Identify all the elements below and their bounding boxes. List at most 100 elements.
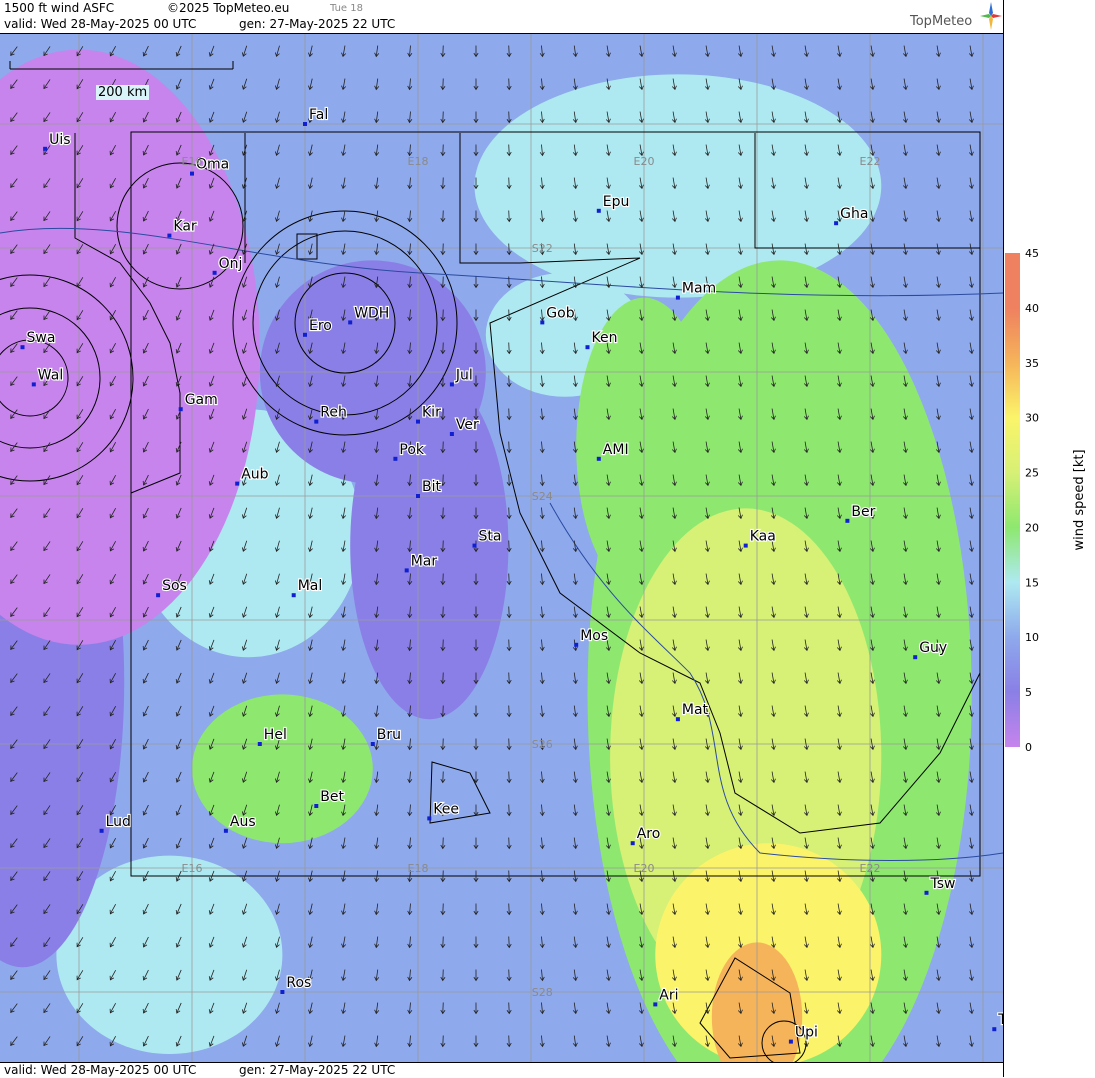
station-marker: [21, 345, 25, 349]
station-marker: [416, 420, 420, 424]
grid-label: S28: [532, 986, 553, 999]
station-marker: [789, 1040, 793, 1044]
station-marker: [834, 221, 838, 225]
station-label: Ver: [456, 417, 479, 433]
station-label: Epu: [603, 194, 630, 210]
station-marker: [190, 172, 194, 176]
station-label: Wal: [38, 367, 63, 383]
legend-tick-label: 10: [1025, 631, 1039, 644]
station-label: WDH: [354, 305, 389, 321]
station-marker: [156, 593, 160, 597]
station-marker: [473, 544, 477, 548]
legend-color-bar: [1005, 253, 1020, 747]
station-marker: [427, 816, 431, 820]
station-label: Ros: [286, 975, 311, 991]
legend-tick-label: 35: [1025, 357, 1039, 370]
legend-title: wind speed [kt]: [1072, 449, 1087, 550]
station-label: Sos: [162, 578, 187, 594]
station-marker: [179, 407, 183, 411]
station-label: Kar: [173, 219, 197, 235]
station-marker: [100, 829, 104, 833]
grid-label: E20: [634, 862, 655, 875]
station-label: Pok: [399, 442, 425, 458]
station-label: Gob: [546, 305, 574, 321]
header-bar: 1500 ft wind ASFC ©2025 TopMeteo.eu Tue …: [0, 0, 1003, 34]
station-label: Uis: [49, 132, 70, 148]
station-marker: [371, 742, 375, 746]
station-marker: [235, 482, 239, 486]
station-marker: [314, 804, 318, 808]
station-marker: [224, 829, 228, 833]
station-marker: [32, 382, 36, 386]
station-label: Lud: [106, 814, 131, 830]
station-label: Mos: [580, 628, 608, 644]
station-label: Mat: [682, 702, 709, 718]
station-marker: [348, 320, 352, 324]
legend-tick-label: 25: [1025, 467, 1039, 480]
station-marker: [845, 519, 849, 523]
station-marker: [586, 345, 590, 349]
product-title: 1500 ft wind ASFC: [4, 1, 114, 15]
station-label: Hel: [264, 727, 287, 743]
footer-generated-time: gen: 27-May-2025 22 UTC: [239, 1063, 395, 1077]
wind-speed-legend: 454035302520151050 wind speed [kt]: [1003, 245, 1095, 755]
station-label: Onj: [219, 256, 243, 272]
station-marker: [597, 457, 601, 461]
grid-label: S22: [532, 242, 553, 255]
station-marker: [292, 593, 296, 597]
station-label: Ari: [659, 987, 678, 1003]
logo-text: TopMeteo: [910, 14, 972, 29]
station-label: Tsw: [930, 876, 956, 892]
station-marker: [167, 234, 171, 238]
grid-label: S26: [532, 738, 553, 751]
generated-time: gen: 27-May-2025 22 UTC: [239, 17, 395, 31]
legend-tick-label: 40: [1025, 302, 1039, 315]
station-label: Gha: [840, 206, 868, 222]
legend-tick-label: 0: [1025, 741, 1032, 754]
station-label: Mal: [298, 578, 323, 594]
station-label: Aub: [241, 467, 268, 483]
station-marker: [631, 841, 635, 845]
station-label: Reh: [320, 405, 347, 421]
station-label: Mar: [411, 553, 438, 569]
station-marker: [540, 320, 544, 324]
legend-tick-label: 15: [1025, 576, 1039, 589]
wind-zone: [475, 74, 882, 297]
station-label: Fal: [309, 107, 328, 123]
station-label: Ber: [851, 504, 875, 520]
topmeteo-logo: TopMeteo: [906, 2, 1002, 32]
station-label: Upi: [795, 1025, 818, 1041]
wind-map[interactable]: UisFalOmaKarEpuGhaOnjGobMamKenSwaWDHEroW…: [0, 33, 1003, 1062]
footer-bar: valid: Wed 28-May-2025 00 UTC gen: 27-Ma…: [0, 1062, 1003, 1078]
station-marker: [416, 494, 420, 498]
grid-label: E18: [408, 862, 429, 875]
station-label: Kaa: [750, 529, 776, 545]
station-marker: [280, 990, 284, 994]
station-label: Bru: [377, 727, 401, 743]
station-marker: [303, 333, 307, 337]
grid-label: E16: [182, 862, 203, 875]
station-label: Jul: [455, 367, 473, 383]
station-marker: [676, 717, 680, 721]
scalebar-label: 200 km: [96, 85, 149, 100]
grid-label: S24: [532, 490, 553, 503]
station-label: Mam: [682, 281, 716, 297]
legend-tick-label: 30: [1025, 412, 1039, 425]
station-marker: [43, 147, 47, 151]
station-label: Kee: [433, 801, 459, 817]
station-marker: [992, 1027, 996, 1031]
station-label: Aus: [230, 814, 256, 830]
station-label: Bet: [320, 789, 344, 805]
station-marker: [213, 271, 217, 275]
wind-zone: [350, 372, 508, 719]
station-marker: [913, 655, 917, 659]
station-label: Kir: [422, 405, 441, 421]
legend-tick-label: 45: [1025, 247, 1039, 260]
station-label: Swa: [27, 330, 56, 346]
footer-valid-time: valid: Wed 28-May-2025 00 UTC: [4, 1063, 196, 1077]
station-label: Ero: [309, 318, 332, 334]
station-marker: [744, 544, 748, 548]
copyright-text: ©2025 TopMeteo.eu: [167, 1, 289, 15]
grid-label: E20: [634, 155, 655, 168]
station-marker: [303, 122, 307, 126]
